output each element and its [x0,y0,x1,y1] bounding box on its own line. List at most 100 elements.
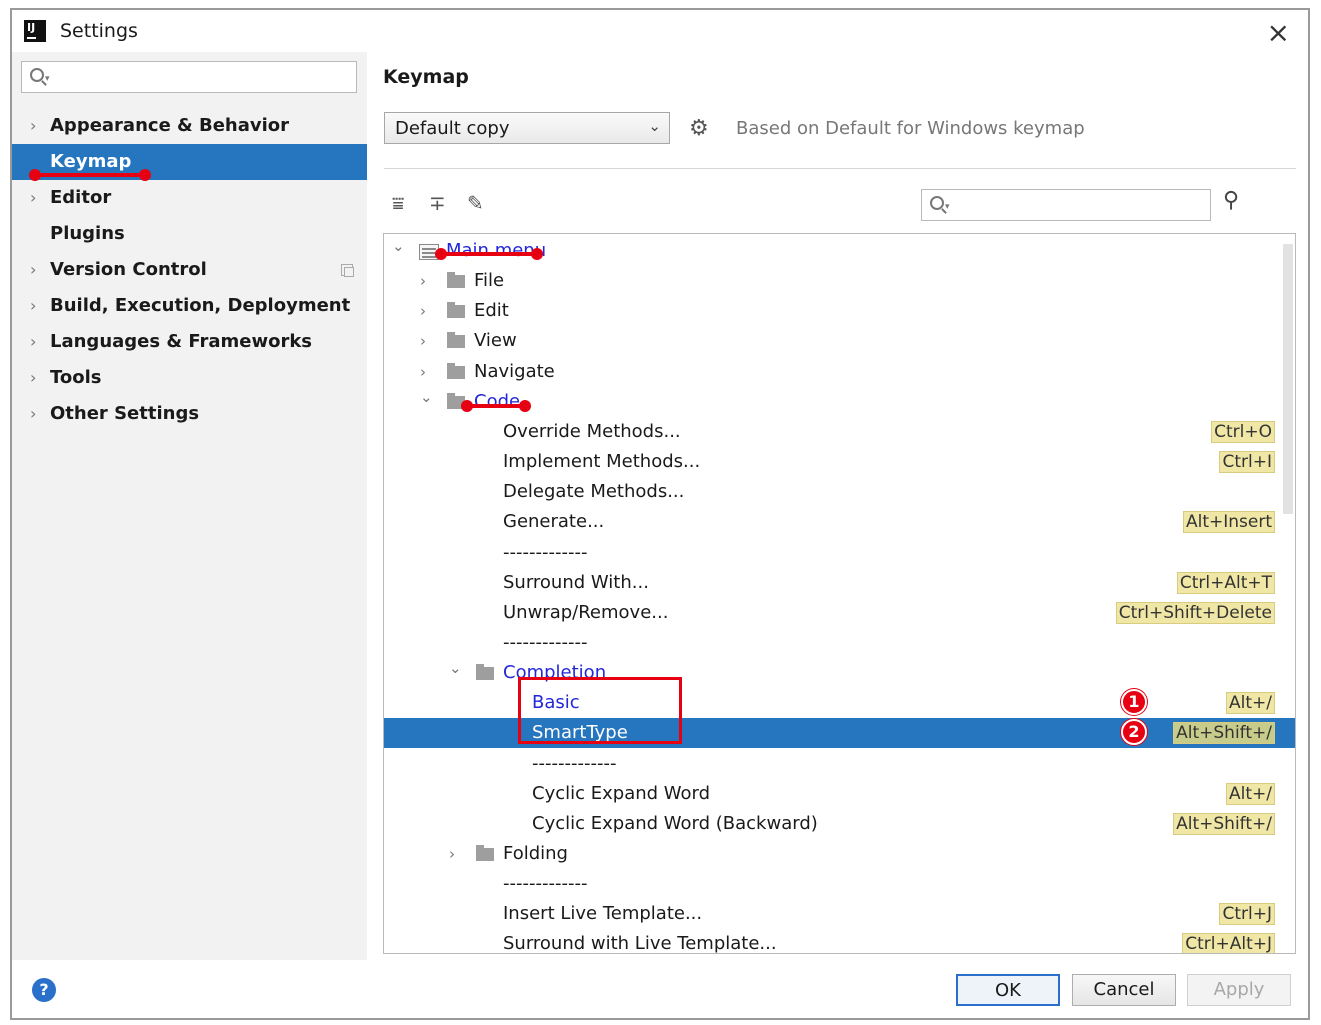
tree-row[interactable]: › Navigate [384,357,1295,387]
gear-icon[interactable]: ⚙ [689,116,709,141]
sidebar-item-editor[interactable]: › Editor [12,180,367,216]
edit-icon[interactable]: ✎ [467,191,484,215]
tree-row[interactable]: › File [384,266,1295,296]
cancel-button[interactable]: Cancel [1072,974,1176,1006]
sidebar-item-plugins[interactable]: Plugins [12,216,367,252]
chevron-right-icon[interactable]: › [420,266,426,296]
collapse-all-icon[interactable]: ∓ [429,191,446,215]
tree-row-label: Cyclic Expand Word (Backward) [532,813,818,834]
chevron-right-icon[interactable]: › [420,296,426,326]
tree-row[interactable]: Surround with Live Template... Ctrl+Alt+J [384,929,1295,954]
tree-row-label: Generate... [503,511,605,532]
tree-row[interactable]: › Edit [384,296,1295,326]
sidebar-item-appearance-behavior[interactable]: › Appearance & Behavior [12,108,367,144]
keymap-tree: ⌄ Main menu › File › Edit › View › Navigate ⌄ Code O… [383,233,1296,954]
tree-row[interactable]: Generate... Alt+Insert [384,507,1295,537]
tree-separator: ------------- [384,749,1295,779]
title-bar: IJ Settings × [12,10,1308,52]
shortcut-badge: Ctrl+Alt+T [1176,572,1275,594]
chevron-down-icon: ⌄ [648,117,661,135]
tree-row-label: Surround With... [503,572,649,593]
sidebar-search-input[interactable]: ▾ [21,61,357,93]
sidebar-item-label: Editor [50,187,112,208]
sidebar-item-other-settings[interactable]: › Other Settings [12,396,367,432]
tree-row[interactable]: Cyclic Expand Word Alt+/ [384,779,1295,809]
tree-row[interactable]: › Folding [384,839,1295,869]
intellij-app-icon: IJ [24,20,46,42]
keymap-select[interactable]: Default copy ⌄ [384,112,670,144]
tree-row-label: Folding [503,843,568,864]
find-shortcut-icon[interactable]: ⚲ [1223,188,1239,213]
chevron-down-icon[interactable]: ⌄ [449,653,462,683]
folder-icon [447,363,465,379]
page-title: Keymap [383,66,469,88]
settings-sidebar: ▾ › Appearance & Behavior Keymap › Editor Plu… [12,52,367,960]
tree-row-label: Surround with Live Template... [503,933,777,954]
chevron-down-icon[interactable]: ⌄ [392,234,405,261]
sidebar-item-tools[interactable]: › Tools [12,360,367,396]
chevron-down-icon[interactable]: ⌄ [420,382,433,412]
close-icon[interactable]: × [1267,16,1290,49]
shortcut-badge: Ctrl+O [1211,421,1275,443]
chevron-right-icon[interactable]: › [30,396,36,432]
tree-row[interactable]: Implement Methods... Ctrl+I [384,447,1295,477]
tree-scrollbar[interactable] [1283,244,1293,514]
chevron-right-icon[interactable]: › [30,108,36,144]
shortcut-badge: Alt+Shift+/ [1173,722,1275,744]
tree-row[interactable]: Delegate Methods... [384,477,1295,507]
tree-row-label: Navigate [474,361,555,382]
chevron-right-icon[interactable]: › [449,839,455,869]
apply-button[interactable]: Apply [1187,974,1291,1006]
tree-row[interactable]: › View [384,326,1295,356]
shortcut-badge: Alt+/ [1226,692,1275,714]
chevron-right-icon[interactable]: › [30,360,36,396]
search-options-icon: ▾ [45,74,50,84]
annotation-underline-main-menu [435,248,543,260]
tree-separator: ------------- [384,538,1295,568]
tree-row[interactable]: Surround With... Ctrl+Alt+T [384,568,1295,598]
project-scope-icon [341,264,354,277]
chevron-right-icon[interactable]: › [30,252,36,288]
sidebar-item-label: Appearance & Behavior [50,115,290,136]
tree-row[interactable]: Insert Live Template... Ctrl+J [384,899,1295,929]
chevron-right-icon[interactable]: › [30,288,36,324]
expand-all-icon[interactable]: ⩸ [392,191,404,215]
tree-row-label: Unwrap/Remove... [503,602,669,623]
keymap-panel: Keymap Default copy ⌄ ⚙ Based on Default… [367,52,1308,960]
shortcut-badge: Alt+Insert [1182,511,1275,533]
sidebar-item-label: Languages & Frameworks [50,331,313,352]
chevron-right-icon[interactable]: › [30,180,36,216]
sidebar-item-languages-frameworks[interactable]: › Languages & Frameworks [12,324,367,360]
sidebar-item-label: Build, Execution, Deployment [50,295,351,316]
annotation-number-badge: 2 [1121,719,1147,745]
chevron-right-icon[interactable]: › [30,324,36,360]
folder-icon [476,845,494,861]
folder-icon [476,664,494,680]
folder-icon [447,302,465,318]
shortcut-badge: Ctrl+J [1219,903,1275,925]
tree-row[interactable]: Unwrap/Remove... Ctrl+Shift+Delete [384,598,1295,628]
shortcut-badge: Alt+/ [1226,783,1275,805]
sidebar-item-label: Tools [50,367,102,388]
sidebar-item-build-execution-deployment[interactable]: › Build, Execution, Deployment [12,288,367,324]
help-icon[interactable]: ? [32,978,56,1002]
tree-row-label: Insert Live Template... [503,903,703,924]
tree-row-label: Code [474,391,521,412]
tree-row-label: Edit [474,300,509,321]
tree-row-label: Override Methods... [503,421,681,442]
keymap-search-input[interactable]: ▾ [921,189,1211,221]
sidebar-item-label: Plugins [50,223,125,244]
tree-row-label: ------------- [503,542,588,563]
tree-row-label: ------------- [503,873,588,894]
window-title: Settings [60,20,138,42]
sidebar-item-version-control[interactable]: › Version Control [12,252,367,288]
tree-row[interactable]: Cyclic Expand Word (Backward) Alt+Shift+/ [384,809,1295,839]
ok-button[interactable]: OK [956,974,1060,1006]
tree-row[interactable]: ⌄ Main menu [384,236,1295,266]
tree-row[interactable]: Override Methods... Ctrl+O [384,417,1295,447]
chevron-right-icon[interactable]: › [420,326,426,356]
annotation-number-badge: 1 [1121,689,1147,715]
tree-row-label: Cyclic Expand Word [532,783,711,804]
annotation-underline-keymap [29,169,151,181]
tree-row-label: Implement Methods... [503,451,701,472]
